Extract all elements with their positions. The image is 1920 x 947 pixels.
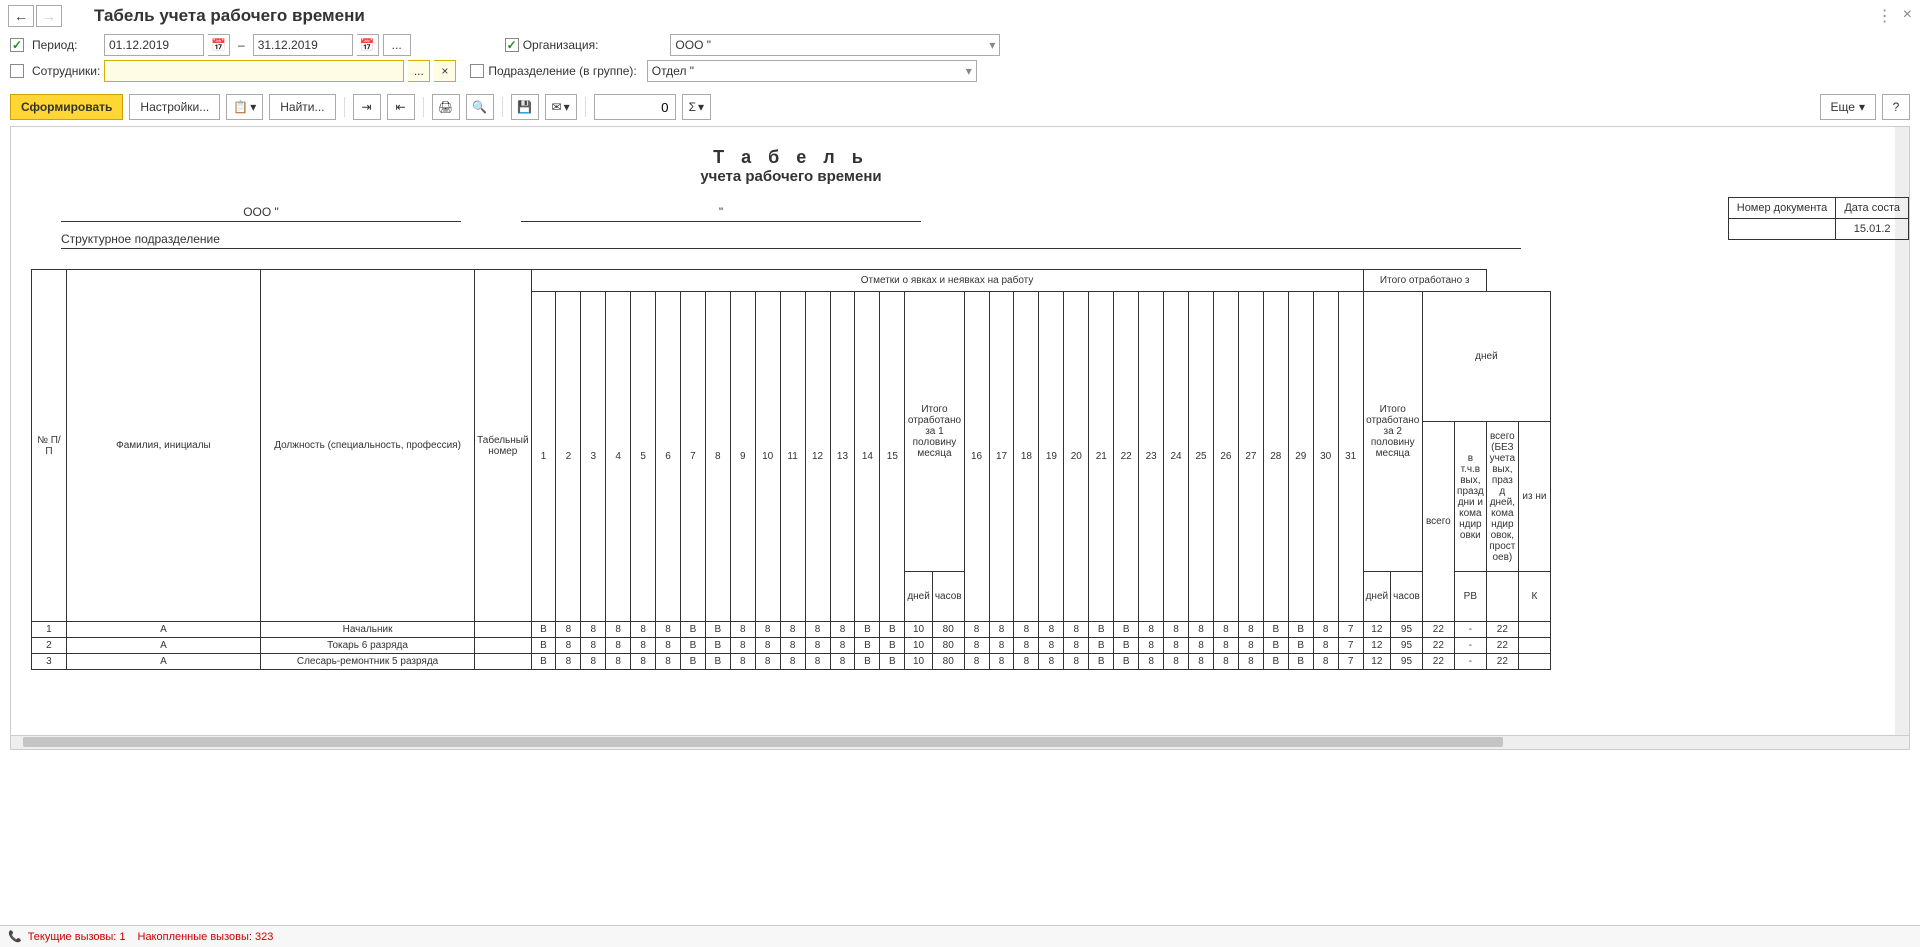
day-header: 20 bbox=[1064, 292, 1089, 622]
day-header: 8 bbox=[705, 292, 730, 622]
employees-input[interactable] bbox=[104, 60, 404, 82]
number-input[interactable] bbox=[594, 94, 676, 120]
timesheet-table: № П/П Фамилия, инициалы Должность (специ… bbox=[31, 269, 1551, 670]
copy-dropdown-button[interactable]: 📋 ▾ bbox=[226, 94, 263, 120]
sum-dropdown-button[interactable]: Σ ▾ bbox=[682, 94, 711, 120]
day-header: 17 bbox=[989, 292, 1014, 622]
date-dash: – bbox=[238, 38, 245, 52]
status-accum: Накопленные вызовы: 323 bbox=[138, 931, 274, 943]
date-from-input[interactable]: 01.12.2019 bbox=[104, 34, 204, 56]
table-row: 3АСлесарь-ремонтник 5 разрядаВ88888ВВ888… bbox=[32, 654, 1551, 670]
day-header: 28 bbox=[1263, 292, 1288, 622]
day-header: 7 bbox=[680, 292, 705, 622]
day-header: 29 bbox=[1288, 292, 1313, 622]
day-header: 9 bbox=[730, 292, 755, 622]
generate-button[interactable]: Сформировать bbox=[10, 94, 123, 120]
preview-icon[interactable]: 🔍 bbox=[466, 94, 494, 120]
print-icon[interactable]: 🖨 bbox=[432, 94, 460, 120]
day-header: 5 bbox=[631, 292, 656, 622]
nav-forward[interactable]: → bbox=[36, 5, 62, 27]
dept-checkbox[interactable] bbox=[470, 64, 484, 78]
day-header: 3 bbox=[581, 292, 606, 622]
employees-clear-btn[interactable]: × bbox=[434, 60, 456, 82]
date-to-input[interactable]: 31.12.2019 bbox=[253, 34, 353, 56]
day-header: 26 bbox=[1213, 292, 1238, 622]
day-header: 13 bbox=[830, 292, 855, 622]
more-button[interactable]: Еще ▾ bbox=[1820, 94, 1876, 120]
table-row: 1АНачальникВ88888ВВ88888ВВ108088888ВВ888… bbox=[32, 622, 1551, 638]
struct-dept-field: Структурное подразделение bbox=[61, 232, 1521, 249]
org-label: Организация: bbox=[523, 38, 599, 52]
period-more-btn[interactable]: ... bbox=[383, 34, 411, 56]
day-header: 23 bbox=[1139, 292, 1164, 622]
expand-icon[interactable]: ⇥ bbox=[353, 94, 381, 120]
nav-back[interactable]: ← bbox=[8, 5, 34, 27]
day-header: 2 bbox=[556, 292, 581, 622]
day-header: 4 bbox=[606, 292, 631, 622]
calendar-icon[interactable]: 📅 bbox=[208, 34, 230, 56]
status-bar: 📞 Текущие вызовы: 1 Накопленные вызовы: … bbox=[0, 925, 1920, 947]
mail-dropdown-icon[interactable]: ✉ ▾ bbox=[545, 94, 577, 120]
day-header: 12 bbox=[805, 292, 830, 622]
day-header: 15 bbox=[880, 292, 905, 622]
org-name-field-2: " bbox=[521, 205, 921, 222]
doc-number-box: Номер документаДата соста 15.01.2 bbox=[1728, 197, 1909, 240]
page-title: Табель учета рабочего времени bbox=[94, 6, 365, 26]
report-area: Т а б е л ь учета рабочего времени Номер… bbox=[10, 126, 1910, 736]
report-subtitle: учета рабочего времени bbox=[31, 168, 1551, 185]
day-header: 27 bbox=[1238, 292, 1263, 622]
dept-label: Подразделение (в группе): bbox=[488, 64, 636, 78]
org-name-field: ООО " bbox=[61, 205, 461, 222]
day-header: 6 bbox=[656, 292, 681, 622]
period-checkbox[interactable] bbox=[10, 38, 24, 52]
day-header: 31 bbox=[1338, 292, 1363, 622]
horizontal-scrollbar[interactable] bbox=[10, 736, 1910, 750]
day-header: 19 bbox=[1039, 292, 1064, 622]
employees-checkbox[interactable] bbox=[10, 64, 24, 78]
report-title: Т а б е л ь bbox=[31, 147, 1551, 168]
period-label: Период: bbox=[32, 38, 100, 52]
dept-select[interactable]: Отдел " ▾ bbox=[647, 60, 977, 82]
day-header: 11 bbox=[780, 292, 805, 622]
settings-button[interactable]: Настройки... bbox=[129, 94, 220, 120]
employees-label: Сотрудники: bbox=[32, 64, 100, 78]
day-header: 14 bbox=[855, 292, 880, 622]
day-header: 18 bbox=[1014, 292, 1039, 622]
status-current: Текущие вызовы: 1 bbox=[28, 931, 126, 943]
org-select[interactable]: ООО " ▾ bbox=[670, 34, 1000, 56]
chevron-down-icon: ▾ bbox=[989, 38, 995, 52]
day-header: 10 bbox=[755, 292, 780, 622]
day-header: 21 bbox=[1089, 292, 1114, 622]
employees-more-btn[interactable]: ... bbox=[408, 60, 430, 82]
day-header: 25 bbox=[1189, 292, 1214, 622]
collapse-icon[interactable]: ⇤ bbox=[387, 94, 415, 120]
close-icon[interactable]: × bbox=[1903, 6, 1912, 26]
calendar-icon[interactable]: 📅 bbox=[357, 34, 379, 56]
help-button[interactable]: ? bbox=[1882, 94, 1910, 120]
save-icon[interactable]: 💾 bbox=[511, 94, 539, 120]
day-header: 22 bbox=[1114, 292, 1139, 622]
day-header: 1 bbox=[531, 292, 556, 622]
day-header: 30 bbox=[1313, 292, 1338, 622]
menu-icon[interactable]: ⋮ bbox=[1877, 6, 1893, 26]
find-button[interactable]: Найти... bbox=[269, 94, 335, 120]
day-header: 24 bbox=[1164, 292, 1189, 622]
chevron-down-icon: ▾ bbox=[966, 64, 972, 78]
org-checkbox[interactable] bbox=[505, 38, 519, 52]
day-header: 16 bbox=[964, 292, 989, 622]
table-row: 2АТокарь 6 разрядаВ88888ВВ88888ВВ1080888… bbox=[32, 638, 1551, 654]
phone-icon: 📞 bbox=[8, 930, 22, 943]
